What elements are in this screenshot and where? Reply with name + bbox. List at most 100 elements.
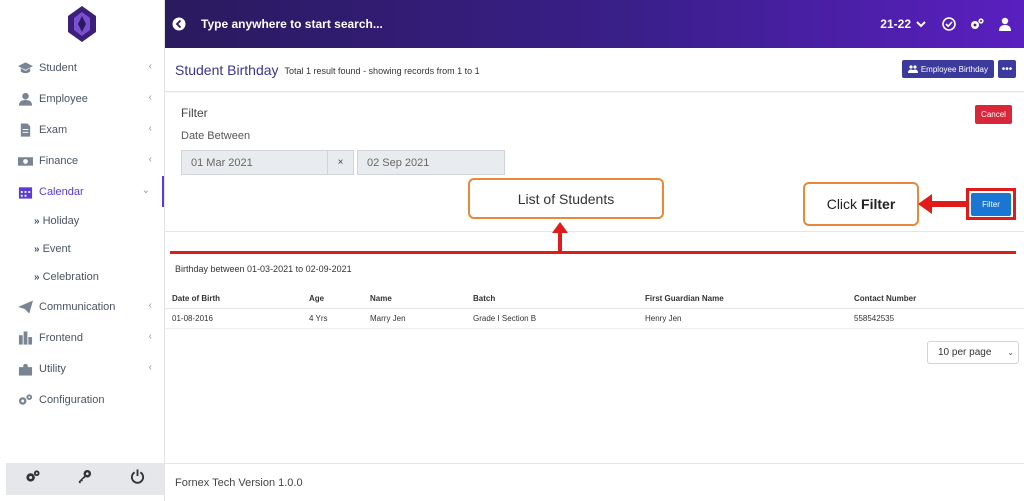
column-header[interactable]: Batch <box>473 294 495 303</box>
filter-divider <box>165 231 1024 232</box>
chevron-down-icon <box>916 21 926 28</box>
filter-button[interactable]: Filter <box>971 192 1011 216</box>
sidebar-item-label: Configuration <box>39 393 105 406</box>
result-summary: Total 1 result found - showing records f… <box>284 65 480 76</box>
user-icon <box>17 92 33 106</box>
sidebar-item-frontend[interactable]: Frontend ‹ <box>0 322 164 353</box>
cancel-button[interactable]: Cancel <box>975 105 1012 124</box>
money-icon <box>17 154 33 168</box>
global-search-input[interactable]: Type anywhere to start search... <box>201 17 383 31</box>
sidebar-item-calendar[interactable]: Calendar ⌄ <box>0 176 164 207</box>
sidebar-item-employee[interactable]: Employee ‹ <box>0 83 164 114</box>
sidebar-item-label: Student <box>39 61 77 74</box>
more-options-button[interactable]: ••• <box>998 60 1016 78</box>
column-header[interactable]: Name <box>370 294 392 303</box>
annotation-red-line <box>170 251 1016 254</box>
power-icon[interactable] <box>130 469 145 489</box>
per-page-value: 10 per page <box>938 347 992 358</box>
column-header[interactable]: Age <box>309 294 324 303</box>
cogs-icon <box>17 393 33 407</box>
version-text: Fornex Tech Version 1.0.0 <box>175 477 303 489</box>
sidebar-item-communication[interactable]: Communication ‹ <box>0 291 164 322</box>
back-arrow-icon[interactable] <box>172 17 186 31</box>
logo-icon <box>68 6 96 42</box>
sidebar-item-label: Frontend <box>39 331 84 344</box>
sidebar-subitem-label: Event <box>42 243 71 255</box>
double-chevron-right-icon: » <box>34 243 40 255</box>
employee-birthday-button[interactable]: Employee Birthday <box>901 60 994 78</box>
date-between-label: Date Between <box>181 130 251 142</box>
puzzle-icon <box>17 362 33 376</box>
column-header[interactable]: Contact Number <box>854 294 916 303</box>
users-icon <box>907 65 918 73</box>
sidebar-nav: Student ‹ Employee ‹ Exam ‹ Finance ‹ Ca… <box>0 52 164 415</box>
chevron-left-icon: ‹ <box>148 300 152 311</box>
table-cell: Marry Jen <box>370 314 406 323</box>
list-of-students-callout: List of Students <box>468 178 664 219</box>
chevron-left-icon: ‹ <box>148 362 152 373</box>
table-cell: 558542535 <box>854 314 895 323</box>
sidebar: Student ‹ Employee ‹ Exam ‹ Finance ‹ Ca… <box>0 0 165 501</box>
annotation-arrow-up-stem <box>558 232 562 252</box>
top-header: Type anywhere to start search... 21-22 <box>165 0 1024 48</box>
sidebar-item-exam[interactable]: Exam ‹ <box>0 114 164 145</box>
sidebar-subitem-label: Celebration <box>42 271 99 283</box>
filter-highlight-box: Filter <box>966 188 1016 220</box>
table-cell: Henry Jen <box>645 314 682 323</box>
chevron-down-icon: ⌄ <box>141 185 150 196</box>
file-icon <box>17 122 33 137</box>
table-cell: 01-08-2016 <box>172 314 213 323</box>
sidebar-subitem-celebration[interactable]: » Celebration <box>0 263 164 291</box>
page-footer: Fornex Tech Version 1.0.0 <box>165 463 1024 501</box>
filter-card: Filter Date Between 01 Mar 2021 × 02 Sep… <box>165 93 1024 463</box>
table-header: Date of Birth Age Name Batch First Guard… <box>165 290 1024 309</box>
click-filter-callout: Click Filter <box>803 182 919 226</box>
page-titlebar: Student Birthday Total 1 result found - … <box>165 48 1024 92</box>
employee-birthday-label: Employee Birthday <box>920 64 988 74</box>
brand-logo[interactable] <box>0 0 164 48</box>
column-header[interactable]: Date of Birth <box>172 294 220 303</box>
sidebar-subitem-event[interactable]: » Event <box>0 235 164 263</box>
chevron-left-icon: ‹ <box>148 154 152 165</box>
building-icon <box>17 330 33 345</box>
date-from-input[interactable]: 01 Mar 2021 <box>181 150 328 175</box>
cogs-icon[interactable] <box>970 17 984 31</box>
sidebar-subitem-label: Holiday <box>42 215 80 227</box>
annotation-arrow-left-head <box>918 194 932 214</box>
double-chevron-right-icon: » <box>34 271 40 283</box>
clear-date-button[interactable]: × <box>327 150 354 175</box>
sidebar-item-finance[interactable]: Finance ‹ <box>0 145 164 176</box>
date-to-input[interactable]: 02 Sep 2021 <box>357 150 505 175</box>
key-icon[interactable] <box>77 469 92 489</box>
chevron-left-icon: ‹ <box>148 92 152 103</box>
birthday-range-text: Birthday between 01-03-2021 to 02-09-202… <box>175 264 352 274</box>
check-circle-icon[interactable] <box>942 17 956 31</box>
academic-year-label: 21-22 <box>880 17 911 31</box>
sidebar-item-label: Communication <box>39 300 116 313</box>
column-header[interactable]: First Guardian Name <box>645 294 724 303</box>
sidebar-subitem-holiday[interactable]: » Holiday <box>0 207 164 235</box>
sidebar-footer <box>6 463 164 495</box>
sidebar-item-configuration[interactable]: Configuration <box>0 384 164 415</box>
sidebar-item-utility[interactable]: Utility ‹ <box>0 353 164 384</box>
per-page-select[interactable]: 10 per page ⌄ <box>927 341 1019 364</box>
callout-bold: Filter <box>861 196 896 212</box>
sidebar-item-student[interactable]: Student ‹ <box>0 52 164 83</box>
chevron-down-icon: ⌄ <box>1007 348 1014 357</box>
chevron-left-icon: ‹ <box>148 61 152 72</box>
sidebar-item-label: Calendar <box>39 185 84 198</box>
header-actions: 21-22 <box>880 0 1012 48</box>
academic-year-dropdown[interactable]: 21-22 <box>880 17 928 31</box>
filter-title: Filter <box>181 106 208 120</box>
sidebar-item-label: Finance <box>39 154 79 167</box>
annotation-arrow-left-shaft <box>930 201 968 207</box>
page-title: Student Birthday <box>175 61 279 78</box>
table-row: 01-08-2016 4 Yrs Marry Jen Grade I Secti… <box>165 310 1024 329</box>
chevron-left-icon: ‹ <box>148 331 152 342</box>
sidebar-item-label: Utility <box>39 362 66 375</box>
settings-cogs-icon[interactable] <box>25 469 40 489</box>
table-cell: 4 Yrs <box>309 314 328 323</box>
user-icon[interactable] <box>998 17 1012 31</box>
callout-prefix: Click <box>826 196 858 212</box>
double-chevron-right-icon: » <box>34 215 40 227</box>
